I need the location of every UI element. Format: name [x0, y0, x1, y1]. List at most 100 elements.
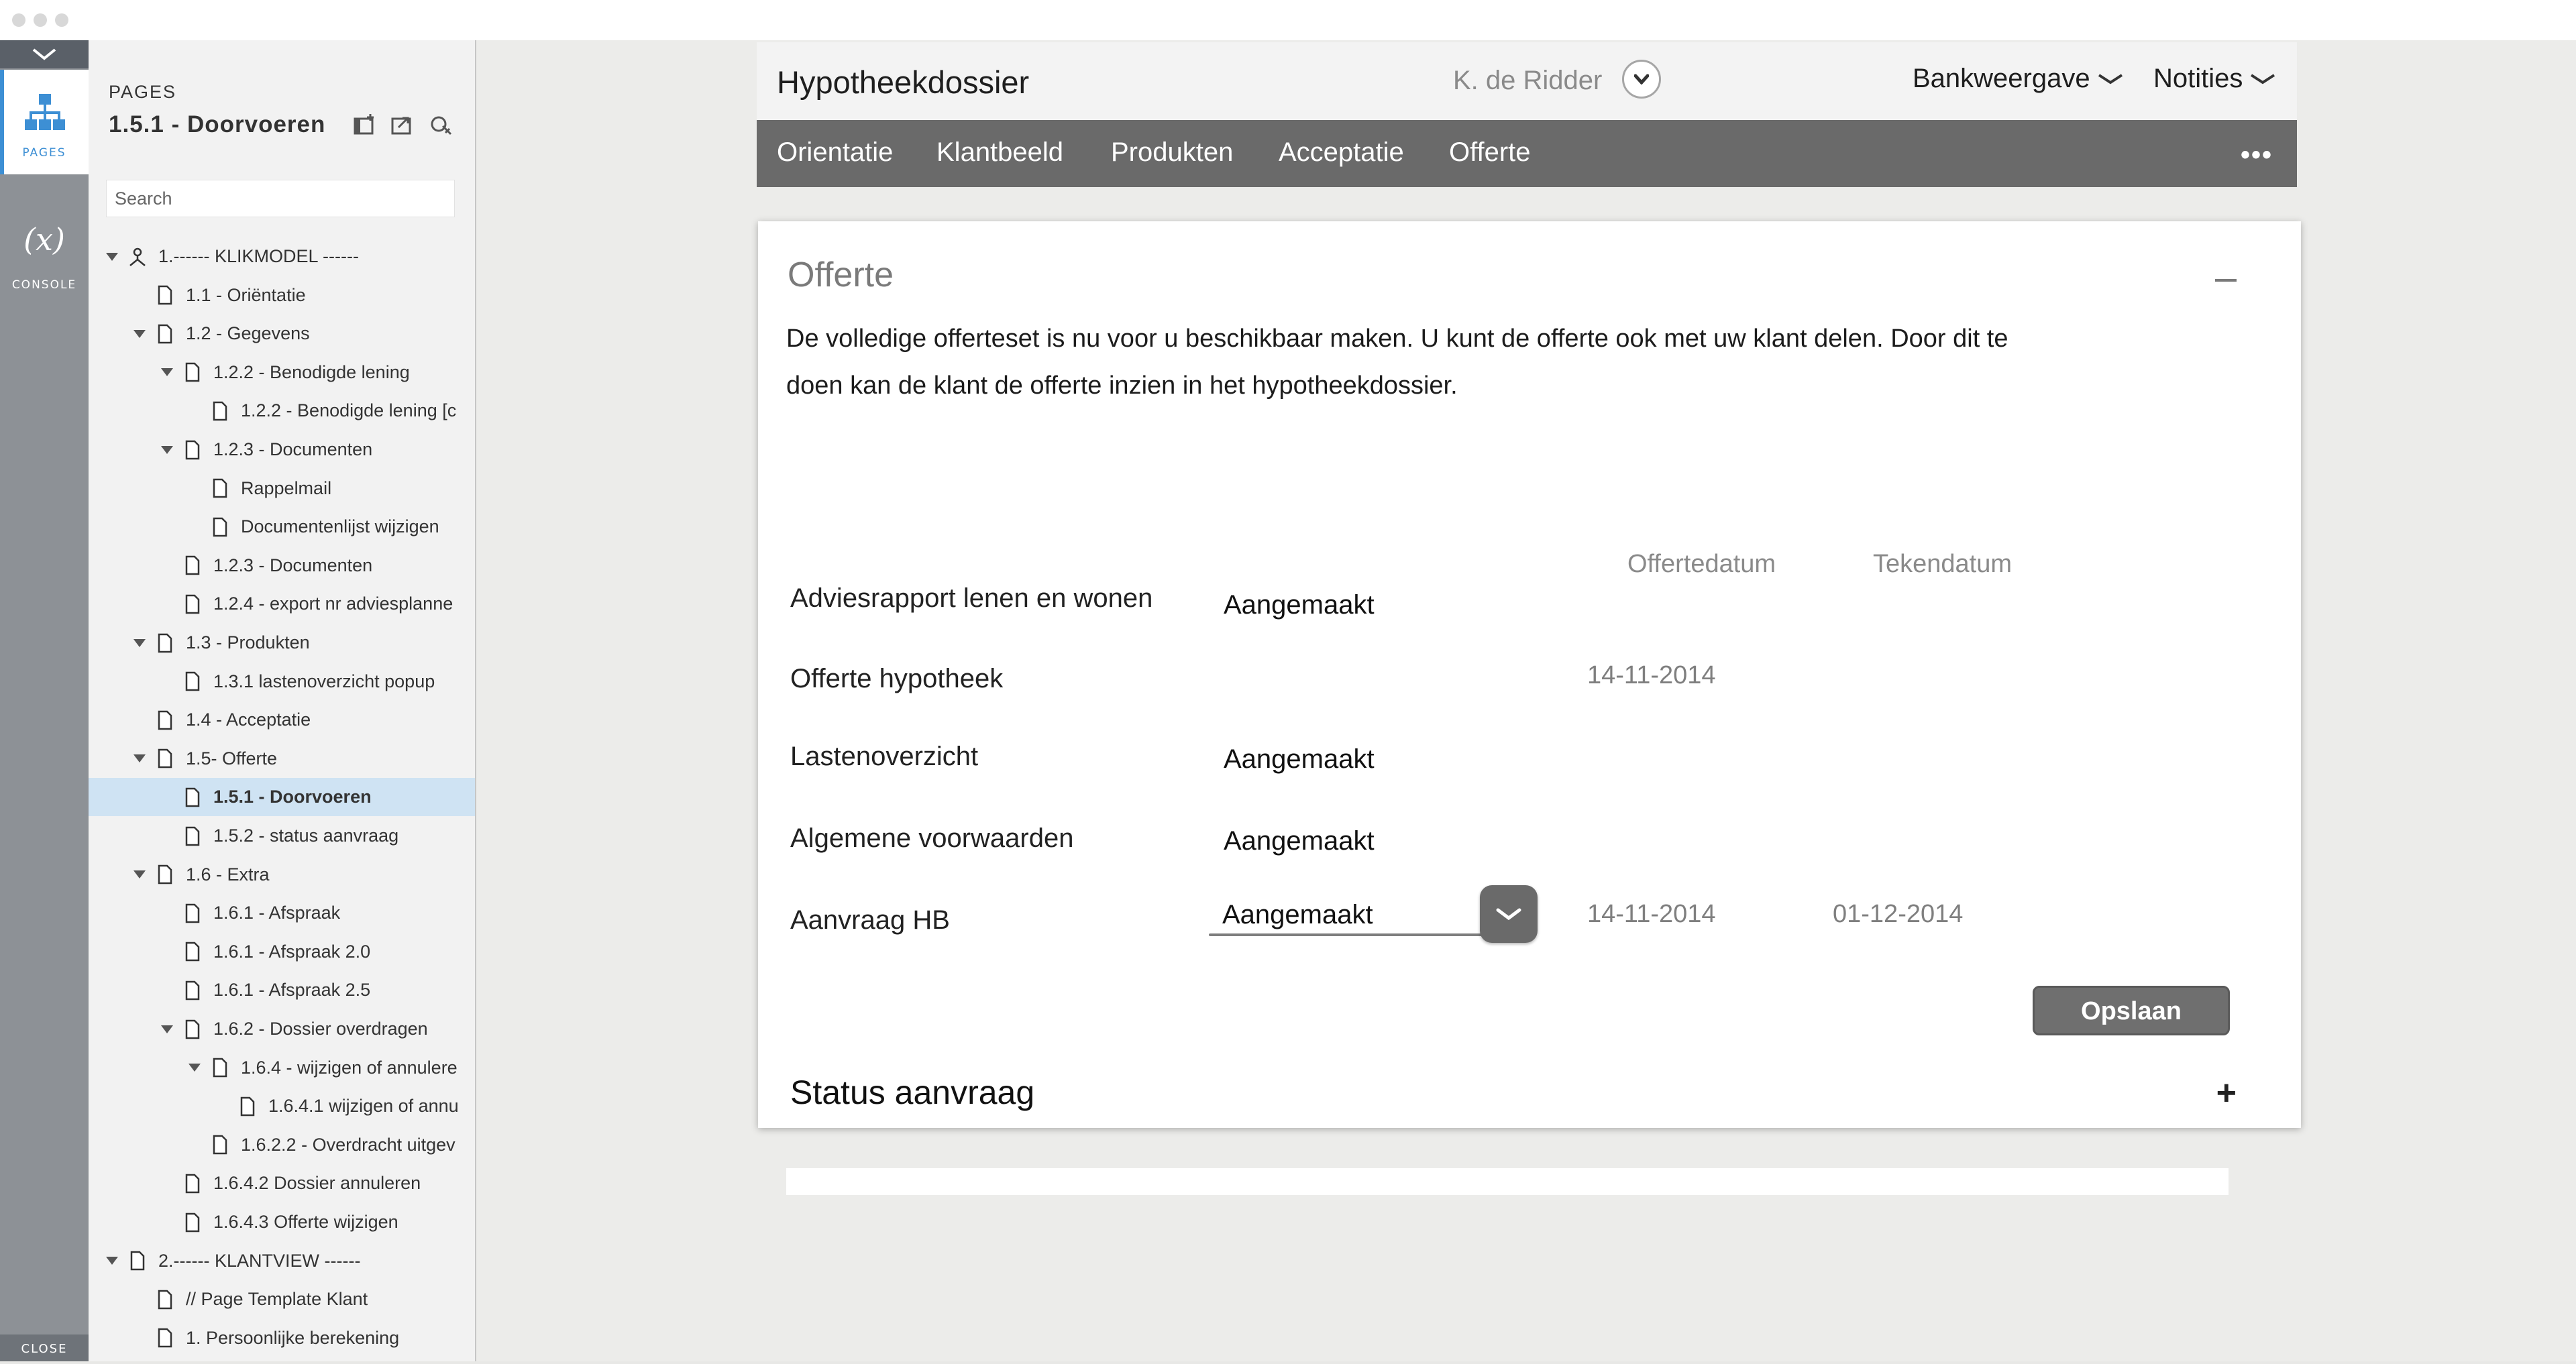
window-zoom-dot[interactable]: [55, 13, 68, 27]
console-rail-label[interactable]: CONSOLE: [0, 278, 89, 292]
expand-button[interactable]: +: [2216, 1073, 2237, 1113]
tree-item[interactable]: 1. Persoonlijke berekening: [89, 1319, 475, 1357]
search-input[interactable]: [106, 180, 455, 217]
tree-item[interactable]: 1.2.3 - Documenten: [89, 431, 475, 469]
expand-triangle-icon[interactable]: [158, 1021, 176, 1038]
expand-triangle-icon[interactable]: [131, 866, 148, 883]
tree-item[interactable]: 1.2 - Gegevens: [89, 315, 475, 353]
tree-item-label: 1.4 - Acceptatie: [186, 709, 311, 730]
tree-item[interactable]: 1.2.2 - Benodigde lening [c: [89, 392, 475, 430]
tree-item[interactable]: 1.2.3 - Documenten: [89, 547, 475, 585]
expand-triangle-icon[interactable]: [158, 441, 176, 459]
tree-item[interactable]: 1.6.1 - Afspraak 2.0: [89, 933, 475, 971]
tree-item[interactable]: 1.6.2.2 - Overdracht uitgev: [89, 1126, 475, 1164]
bankweergave-menu[interactable]: Bankweergave: [1913, 64, 2124, 94]
expand-triangle-icon[interactable]: [103, 248, 121, 266]
current-page-title: 1.5.1 - Doorvoeren: [109, 111, 326, 137]
page-icon: [155, 1289, 175, 1310]
collapse-toggle[interactable]: [0, 40, 89, 68]
expand-triangle-icon[interactable]: [131, 634, 148, 652]
status-dropdown-value[interactable]: Aangemaakt: [1222, 900, 1373, 930]
tree-item-label: Documentenlijst wijzigen: [241, 516, 439, 537]
add-page-icon[interactable]: [353, 113, 378, 135]
user-name: K. de Ridder: [1453, 66, 1603, 95]
tree-item-label: 1.6.4.3 Offerte wijzigen: [213, 1212, 398, 1232]
tree-item[interactable]: 1.6 - Extra: [89, 856, 475, 894]
tree-item[interactable]: // Page Template Klant: [89, 1280, 475, 1318]
folder-home-icon: [127, 246, 148, 268]
page-icon: [182, 903, 203, 924]
row-label: Aanvraag HB: [790, 905, 950, 935]
window-minimize-dot[interactable]: [34, 13, 47, 27]
window-close-dot[interactable]: [12, 13, 25, 27]
tab-acceptatie[interactable]: Acceptatie: [1279, 137, 1404, 168]
status-dropdown-button[interactable]: [1480, 885, 1538, 943]
tree-item[interactable]: 1.------ KLIKMODEL ------: [89, 237, 475, 276]
more-menu-button[interactable]: •••: [2241, 140, 2273, 170]
tree-item-label: 1.3 - Produkten: [186, 632, 310, 652]
tree-item-label: 1.2.4 - export nr adviesplanne: [213, 593, 453, 614]
notities-menu[interactable]: Notities: [2153, 64, 2276, 94]
expand-triangle-icon[interactable]: [131, 750, 148, 767]
add-child-page-icon[interactable]: [390, 113, 416, 135]
page-settings-icon[interactable]: [428, 113, 453, 135]
tree-item-label: 1.6.4.1 wijzigen of annu: [268, 1096, 459, 1117]
chevron-down-icon: [1496, 908, 1521, 921]
page-icon: [237, 1096, 258, 1117]
tree-item-label: 1.------ KLIKMODEL ------: [158, 246, 359, 266]
tree-item[interactable]: 1.5- Offerte: [89, 740, 475, 778]
page-icon: [182, 671, 203, 692]
tree-item[interactable]: 1.3.1 lastenoverzicht popup: [89, 663, 475, 701]
page-icon: [182, 1173, 203, 1194]
tree-item-label: 1.5- Offerte: [186, 748, 278, 769]
page-icon: [182, 361, 203, 383]
tree-item[interactable]: Documentenlijst wijzigen: [89, 508, 475, 546]
page-icon: [182, 826, 203, 847]
chevron-down-icon: [2251, 73, 2275, 84]
pages-rail-button[interactable]: PAGES: [0, 70, 89, 174]
chevron-down-icon: [2098, 73, 2123, 84]
expand-triangle-icon[interactable]: [158, 363, 176, 381]
tree-item[interactable]: 1.6.4 - wijzigen of annulere: [89, 1049, 475, 1087]
save-button[interactable]: Opslaan: [2033, 986, 2230, 1035]
console-icon[interactable]: (x): [0, 221, 89, 258]
expand-triangle-icon[interactable]: [131, 325, 148, 343]
window-titlebar: [0, 0, 2576, 41]
page-icon: [182, 1019, 203, 1040]
tree-item[interactable]: 1.4 - Acceptatie: [89, 701, 475, 739]
tree-item[interactable]: 1.6.1 - Afspraak: [89, 894, 475, 932]
tab-offerte[interactable]: Offerte: [1449, 137, 1531, 168]
tree-item[interactable]: Rappelmail: [89, 469, 475, 508]
tree-item[interactable]: 1.3 - Produkten: [89, 624, 475, 662]
tree-item[interactable]: 1.6.4.3 Offerte wijzigen: [89, 1203, 475, 1241]
tree-item[interactable]: 1.6.1 - Afspraak 2.5: [89, 971, 475, 1009]
expand-triangle-icon[interactable]: [103, 1252, 121, 1269]
tree-item-label: 1.6 - Extra: [186, 864, 270, 885]
tree-item-label: 2.------ KLANTVIEW ------: [158, 1250, 361, 1271]
tree-item-label: // Page Template Klant: [186, 1289, 368, 1310]
tree-item[interactable]: 1.2.4 - export nr adviesplanne: [89, 585, 475, 623]
tree-item[interactable]: 2.------ KLANTVIEW ------: [89, 1242, 475, 1280]
tree-item-label: 1.2.2 - Benodigde lening: [213, 361, 410, 382]
tree-item[interactable]: 1.5.1 - Doorvoeren: [89, 778, 475, 817]
offerte-title: Offerte: [788, 255, 894, 294]
tree-item[interactable]: 1.2.2 - Benodigde lening: [89, 353, 475, 392]
close-panel-button[interactable]: CLOSE: [0, 1334, 89, 1361]
page-icon: [210, 1134, 230, 1155]
expand-triangle-icon[interactable]: [186, 1059, 203, 1076]
tab-orientatie[interactable]: Orientatie: [777, 137, 893, 168]
tree-item[interactable]: 1.6.4.2 Dossier annuleren: [89, 1164, 475, 1202]
tab-produkten[interactable]: Produkten: [1111, 137, 1233, 168]
page-icon: [182, 941, 203, 962]
tree-item-label: 1.6.2 - Dossier overdragen: [213, 1019, 428, 1039]
tree-item-label: 1. Persoonlijke berekening: [186, 1327, 400, 1348]
tree-item[interactable]: 1.5.2 - status aanvraag: [89, 817, 475, 855]
tree-item[interactable]: 1.1 - Oriëntatie: [89, 276, 475, 315]
tree-item[interactable]: 1.6.2 - Dossier overdragen: [89, 1010, 475, 1048]
offerte-intro: De volledige offerteset is nu voor u bes…: [786, 325, 2008, 400]
page-icon: [182, 1212, 203, 1233]
tree-item[interactable]: 1.6.4.1 wijzigen of annu: [89, 1087, 475, 1125]
collapse-button[interactable]: [2215, 279, 2237, 282]
tab-klantbeeld[interactable]: Klantbeeld: [936, 137, 1063, 168]
user-menu-button[interactable]: [1622, 60, 1661, 99]
